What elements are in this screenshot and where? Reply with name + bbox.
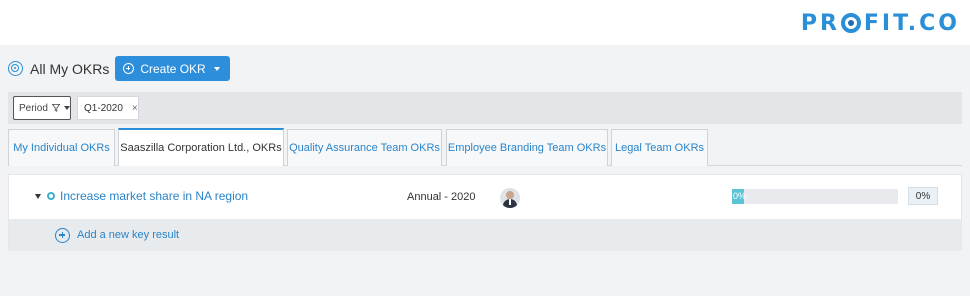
tab-saaszilla-corporation-okrs[interactable]: Saaszilla Corporation Ltd., OKRs bbox=[118, 128, 284, 166]
plus-circle-icon bbox=[123, 63, 135, 74]
okr-list: Increase market share in NA region Annua… bbox=[8, 174, 962, 251]
progress-label: 0% bbox=[733, 191, 747, 201]
progress-bar: 0% bbox=[732, 189, 898, 204]
page-title: All My OKRs bbox=[30, 60, 110, 77]
logo-text-left: PR bbox=[800, 10, 840, 36]
period-chip: Q1-2020 × bbox=[77, 96, 139, 120]
objective-title[interactable]: Increase market share in NA region bbox=[60, 189, 248, 203]
tab-legal-team-okrs[interactable]: Legal Team OKRs bbox=[611, 129, 708, 166]
tab-employee-branding-team-okrs[interactable]: Employee Branding Team OKRs bbox=[446, 129, 608, 166]
add-key-result-link[interactable]: Add a new key result bbox=[77, 229, 179, 241]
objective-row: Increase market share in NA region Annua… bbox=[9, 175, 961, 219]
top-bar: PR FIT.CO bbox=[0, 0, 970, 45]
period-chip-label: Q1-2020 bbox=[84, 102, 123, 114]
progress-percent-box[interactable]: 0% bbox=[908, 187, 938, 205]
filter-funnel-icon bbox=[51, 103, 60, 112]
objective-period: Annual - 2020 bbox=[407, 191, 476, 203]
tab-quality-assurance-team-okrs[interactable]: Quality Assurance Team OKRs bbox=[287, 129, 442, 166]
logo-o-icon bbox=[840, 13, 861, 33]
owner-avatar[interactable] bbox=[500, 188, 520, 208]
objective-status-icon bbox=[47, 192, 55, 200]
avatar-collar bbox=[509, 199, 511, 205]
filter-bar: Period Q1-2020 × bbox=[8, 92, 962, 124]
expand-caret-icon[interactable] bbox=[35, 194, 41, 199]
add-circle-icon bbox=[55, 227, 70, 243]
progress-fill: 0% bbox=[732, 189, 747, 204]
add-key-result-row[interactable]: Add a new key result bbox=[9, 219, 961, 251]
chevron-down-icon bbox=[64, 106, 70, 110]
tab-my-individual-okrs[interactable]: My Individual OKRs bbox=[8, 129, 115, 166]
okr-tabs: My Individual OKRs Saaszilla Corporation… bbox=[8, 128, 962, 166]
target-icon bbox=[8, 61, 23, 76]
period-filter-label: Period bbox=[19, 102, 48, 114]
period-filter-button[interactable]: Period bbox=[13, 96, 71, 120]
avatar-head bbox=[506, 191, 514, 199]
create-okr-button[interactable]: Create OKR bbox=[115, 56, 230, 81]
logo-text-right: FIT.CO bbox=[863, 10, 960, 36]
page-header: All My OKRs Create OKR bbox=[8, 56, 230, 81]
profit-co-logo[interactable]: PR FIT.CO bbox=[801, 10, 960, 36]
create-okr-label: Create OKR bbox=[140, 61, 206, 76]
close-icon[interactable]: × bbox=[132, 103, 138, 114]
chevron-down-icon bbox=[213, 66, 220, 71]
